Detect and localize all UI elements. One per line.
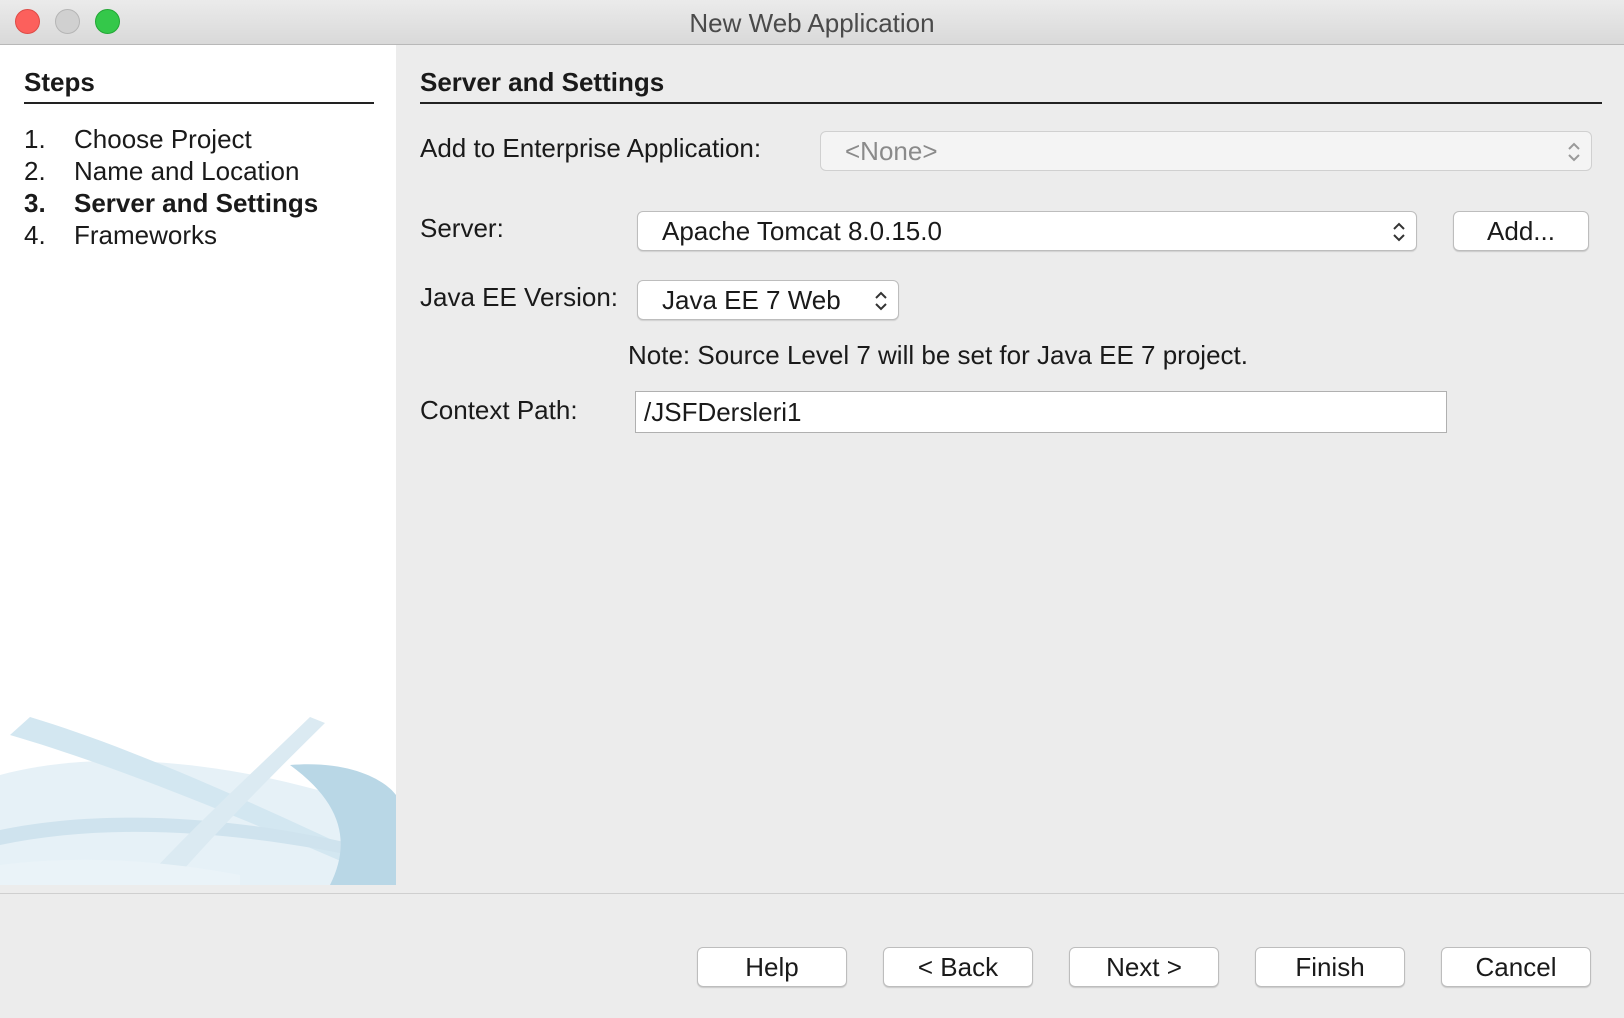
step-number: 1. [24, 124, 46, 154]
help-button[interactable]: Help [697, 947, 847, 987]
step-item-choose-project: 1. Choose Project [24, 123, 318, 155]
javaee-version-dropdown[interactable]: Java EE 7 Web [637, 280, 899, 320]
cancel-button[interactable]: Cancel [1441, 947, 1591, 987]
step-label: Server and Settings [74, 188, 319, 218]
step-number: 2. [24, 156, 46, 186]
chevron-updown-icon [1568, 142, 1580, 162]
step-label: Choose Project [74, 124, 252, 154]
back-button[interactable]: < Back [883, 947, 1033, 987]
source-level-note: Note: Source Level 7 will be set for Jav… [628, 340, 1248, 370]
server-value: Apache Tomcat 8.0.15.0 [662, 216, 942, 246]
window-title: New Web Application [689, 8, 935, 38]
next-button[interactable]: Next > [1069, 947, 1219, 987]
step-item-frameworks: 4. Frameworks [24, 219, 318, 251]
chevron-updown-icon [1393, 222, 1405, 242]
step-item-name-and-location: 2. Name and Location [24, 155, 318, 187]
add-server-button[interactable]: Add... [1453, 211, 1589, 251]
context-path-label: Context Path: [420, 395, 578, 425]
title-bar: New Web Application [0, 0, 1624, 45]
step-label: Frameworks [74, 220, 218, 250]
steps-sidebar: Steps 1. Choose Project 2. Name and Locati… [0, 45, 396, 885]
server-label: Server: [420, 213, 504, 243]
panel-title: Server and Settings [420, 67, 1602, 104]
server-dropdown[interactable]: Apache Tomcat 8.0.15.0 [637, 211, 1417, 251]
steps-list: 1. Choose Project 2. Name and Location 3. S… [24, 123, 318, 251]
step-number: 4. [24, 220, 46, 250]
enterprise-app-dropdown: <None> [820, 131, 1592, 171]
step-item-server-and-settings: 3. Server and Settings [24, 187, 318, 219]
enterprise-app-value: <None> [845, 136, 938, 166]
enterprise-app-label: Add to Enterprise Application: [420, 133, 762, 163]
javaee-version-label: Java EE Version: [420, 282, 618, 312]
footer-divider [0, 893, 1624, 894]
step-label: Name and Location [74, 156, 300, 186]
finish-button[interactable]: Finish [1255, 947, 1405, 987]
steps-heading: Steps [24, 67, 374, 104]
wizard-decoration-graphic [0, 717, 396, 885]
step-number: 3. [24, 188, 46, 218]
javaee-version-value: Java EE 7 Web [662, 285, 841, 315]
context-path-input[interactable]: /JSFDersleri1 [635, 391, 1447, 433]
chevron-updown-icon [875, 291, 887, 311]
